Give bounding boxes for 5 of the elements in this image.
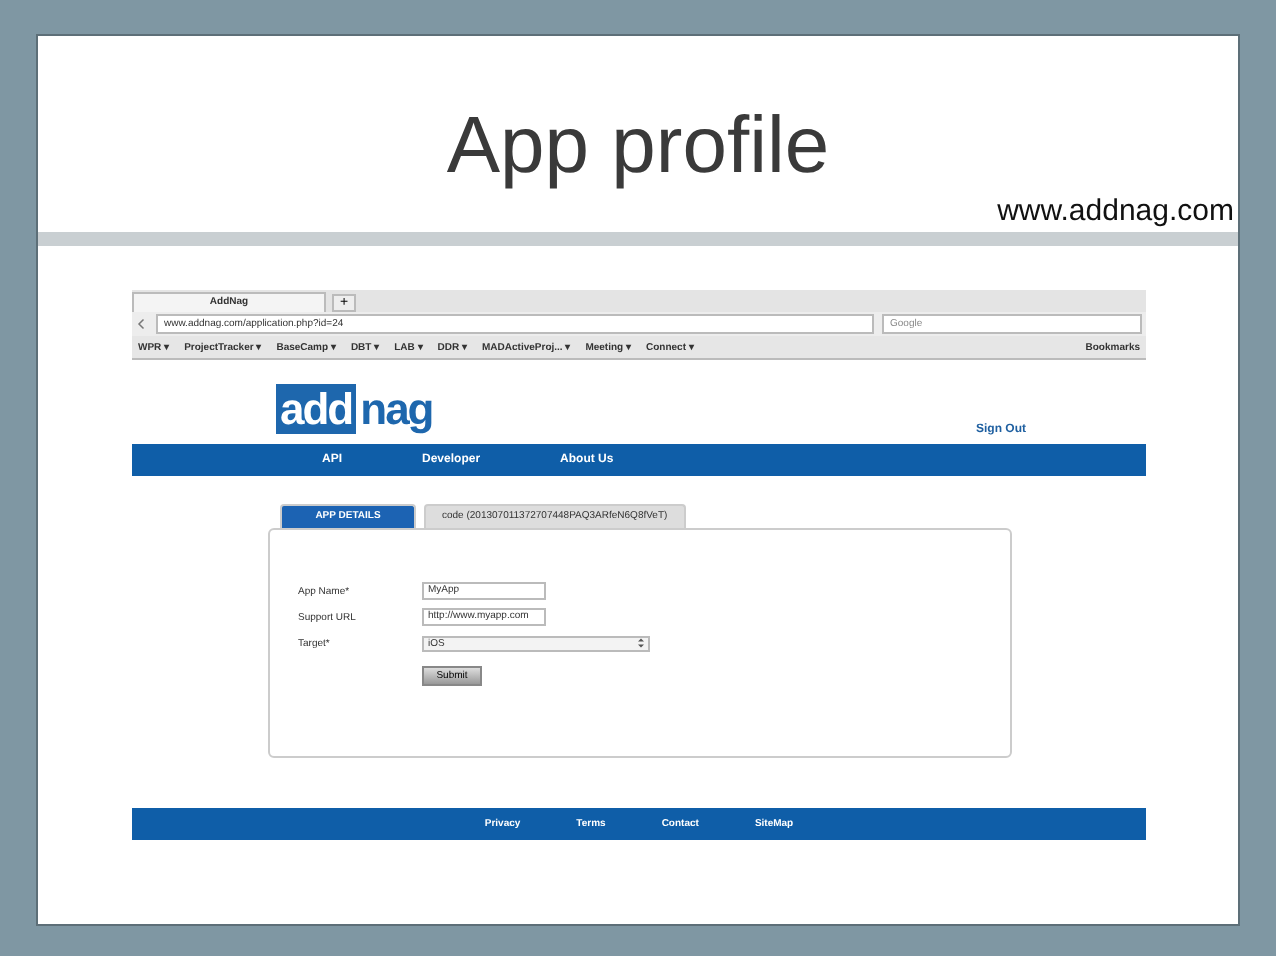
slide-url: www.addnag.com [997, 194, 1234, 228]
site-logo: add nag [276, 384, 433, 436]
back-icon[interactable] [136, 318, 148, 330]
select-arrows-icon [638, 638, 644, 648]
slide-title: App profile [446, 102, 830, 192]
